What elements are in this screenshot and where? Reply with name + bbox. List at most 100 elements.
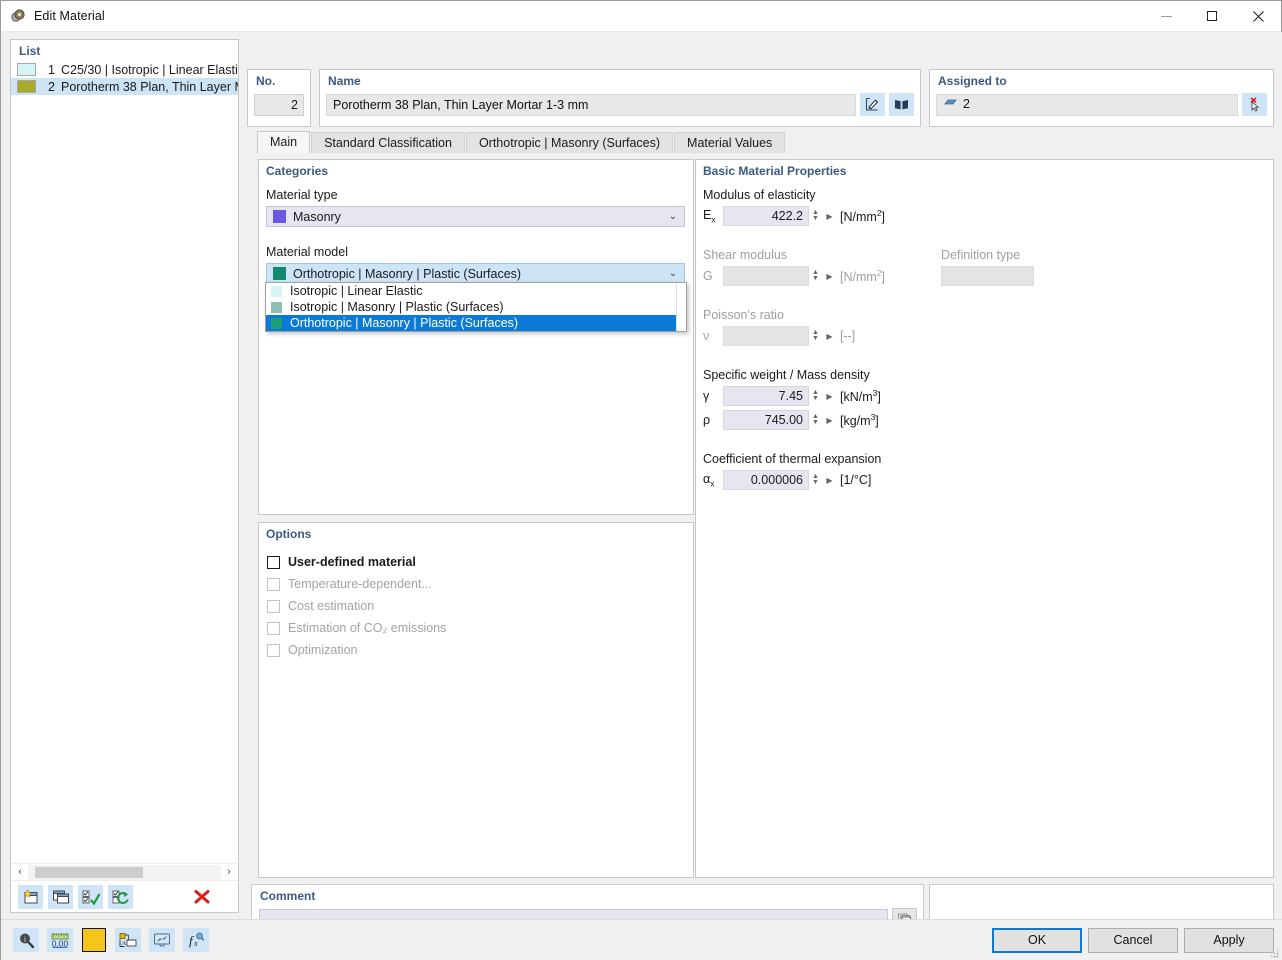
gamma-unit: [kN/m3] <box>840 387 881 405</box>
categories-panel: Categories Material type Masonry ⌄ Mater… <box>258 159 694 515</box>
rho-stepper[interactable]: ▲ ▼ <box>809 413 822 426</box>
list-item-no: 1 <box>48 62 55 77</box>
thermal-expansion-input[interactable]: 0.000006 <box>723 470 809 490</box>
checkbox-cost-estimation: Cost estimation <box>259 595 693 617</box>
name-legend: Name <box>328 74 361 88</box>
material-model-value: Orthotropic | Masonry | Plastic (Surface… <box>293 266 522 281</box>
categories-legend: Categories <box>266 164 329 178</box>
deselect-cursor-icon[interactable] <box>1242 93 1267 116</box>
scroll-left-icon[interactable]: ‹ <box>12 866 28 878</box>
rho-dropdown-arrow[interactable]: ▶ <box>822 416 837 425</box>
graphic-settings-button[interactable]: A <box>115 928 141 952</box>
close-icon[interactable] <box>1235 1 1281 32</box>
option-label: Orthotropic | Masonry | Plastic (Surface… <box>290 316 519 330</box>
gamma-dropdown-arrow[interactable]: ▶ <box>822 392 837 401</box>
checkbox-label: User-defined material <box>288 555 416 569</box>
checkbox-label: Estimation of CO₂ emissions <box>288 621 447 635</box>
copy-material-button[interactable] <box>48 884 73 909</box>
window-title: Edit Material <box>34 9 105 23</box>
shear-modulus-label: Shear modulus <box>703 248 788 262</box>
checkbox-user-defined-material[interactable]: User-defined material <box>259 551 693 573</box>
checkbox-box[interactable] <box>267 555 280 569</box>
checkbox-label: Optimization <box>288 643 358 657</box>
exchange-button[interactable] <box>108 884 133 909</box>
checkbox-box <box>267 577 280 591</box>
tab-standard-classification[interactable]: Standard Classification <box>311 132 465 153</box>
number-panel: No. 2 <box>247 69 311 127</box>
apply-button[interactable]: Apply <box>1184 927 1274 953</box>
minimize-icon[interactable] <box>1143 1 1189 32</box>
modulus-row: Ex 422.2 ▲ ▼ ▶ [N/mm2] <box>696 206 1273 226</box>
scroll-right-icon[interactable]: › <box>221 866 237 878</box>
poissons-ratio-row: ν ▲ ▼ ▶ [--] <box>696 326 1273 346</box>
shear-dropdown-arrow: ▶ <box>826 271 833 281</box>
poissons-ratio-input <box>723 326 809 346</box>
material-list[interactable]: 1 C25/30 | Isotropic | Linear Elastic 2 … <box>11 61 238 95</box>
properties-legend: Basic Material Properties <box>703 164 847 178</box>
name-input[interactable]: Porotherm 38 Plan, Thin Layer Mortar 1-3… <box>326 93 856 116</box>
poisson-stepper: ▲ ▼ <box>812 329 819 342</box>
edit-pencil-icon[interactable] <box>860 93 885 116</box>
modulus-dropdown-arrow[interactable]: ▶ <box>822 212 837 221</box>
alpha-stepper[interactable]: ▲ ▼ <box>809 473 822 486</box>
rho-unit: [kg/m3] <box>840 411 879 429</box>
dropdown-scrollbar[interactable] <box>676 283 686 331</box>
poissons-ratio-label: Poisson's ratio <box>703 308 784 322</box>
assigned-to-panel: Assigned to 2 <box>929 69 1274 127</box>
svg-text:A: A <box>122 940 127 947</box>
cancel-button[interactable]: Cancel <box>1088 927 1178 953</box>
dropdown-option[interactable]: Isotropic | Linear Elastic <box>266 283 676 299</box>
list-item-label: C25/30 | Isotropic | Linear Elastic <box>61 62 238 77</box>
material-type-value: Masonry <box>293 209 341 224</box>
checkbox-box <box>267 621 280 635</box>
gamma-stepper[interactable]: ▲ ▼ <box>809 389 822 402</box>
definition-type-label: Definition type <box>941 248 1021 262</box>
dropdown-option-selected[interactable]: Orthotropic | Masonry | Plastic (Surface… <box>266 315 676 331</box>
resize-grip[interactable] <box>1269 947 1279 958</box>
chevron-down-icon[interactable]: ⌄ <box>662 211 684 222</box>
new-material-button[interactable] <box>18 884 43 909</box>
number-value[interactable]: 2 <box>254 94 304 116</box>
info-magnifier-button[interactable]: i <box>13 928 39 952</box>
color-swatch-button[interactable] <box>81 928 107 952</box>
material-type-combo[interactable]: Masonry ⌄ <box>266 206 685 227</box>
chevron-down-icon[interactable]: ⌄ <box>662 268 684 279</box>
modulus-stepper[interactable]: ▲ ▼ <box>809 209 822 222</box>
window-controls <box>1143 1 1281 32</box>
list-item[interactable]: 2 Porotherm 38 Plan, Thin Layer Mortar <box>11 78 238 95</box>
ok-button[interactable]: OK <box>992 927 1082 953</box>
definition-type-row <box>936 266 1136 286</box>
material-type-label: Material type <box>266 188 338 202</box>
dropdown-option[interactable]: Isotropic | Masonry | Plastic (Surfaces) <box>266 299 676 315</box>
material-model-label: Material model <box>266 245 348 259</box>
tab-material-values[interactable]: Material Values <box>674 132 786 153</box>
function-button[interactable]: f x <box>183 928 209 952</box>
material-model-combo[interactable]: Orthotropic | Masonry | Plastic (Surface… <box>266 263 685 284</box>
poisson-symbol: ν <box>703 329 710 343</box>
delete-material-button[interactable] <box>189 885 214 909</box>
scroll-track[interactable] <box>28 864 221 880</box>
display-properties-button[interactable] <box>149 928 175 952</box>
number-legend: No. <box>256 74 276 88</box>
option-color-swatch <box>271 285 282 297</box>
assigned-to-input[interactable]: 2 <box>936 93 1238 116</box>
maximize-icon[interactable] <box>1189 1 1235 32</box>
material-model-dropdown[interactable]: Isotropic | Linear Elastic Isotropic | M… <box>265 282 687 332</box>
list-toolbar <box>11 880 238 912</box>
modulus-input[interactable]: 422.2 <box>723 206 809 226</box>
list-item[interactable]: 1 C25/30 | Isotropic | Linear Elastic <box>11 61 238 78</box>
tab-main[interactable]: Main <box>257 131 311 153</box>
modulus-of-elasticity-label: Modulus of elasticity <box>703 188 816 202</box>
book-library-icon[interactable] <box>889 93 914 116</box>
svg-text:i: i <box>24 935 26 943</box>
option-color-swatch <box>271 301 282 313</box>
checkbox-label: Cost estimation <box>288 599 375 613</box>
tab-orthotropic-masonry-surfaces[interactable]: Orthotropic | Masonry (Surfaces) <box>465 132 674 153</box>
specific-weight-input[interactable]: 7.45 <box>723 386 809 406</box>
mass-density-input[interactable]: 745.00 <box>723 410 809 430</box>
shear-stepper: ▲ ▼ <box>812 269 819 282</box>
units-decimals-button[interactable]: 0,00 <box>47 928 73 952</box>
alpha-dropdown-arrow[interactable]: ▶ <box>822 476 837 485</box>
list-horizontal-scrollbar[interactable]: ‹ › <box>12 863 237 880</box>
select-all-button[interactable] <box>78 884 103 909</box>
